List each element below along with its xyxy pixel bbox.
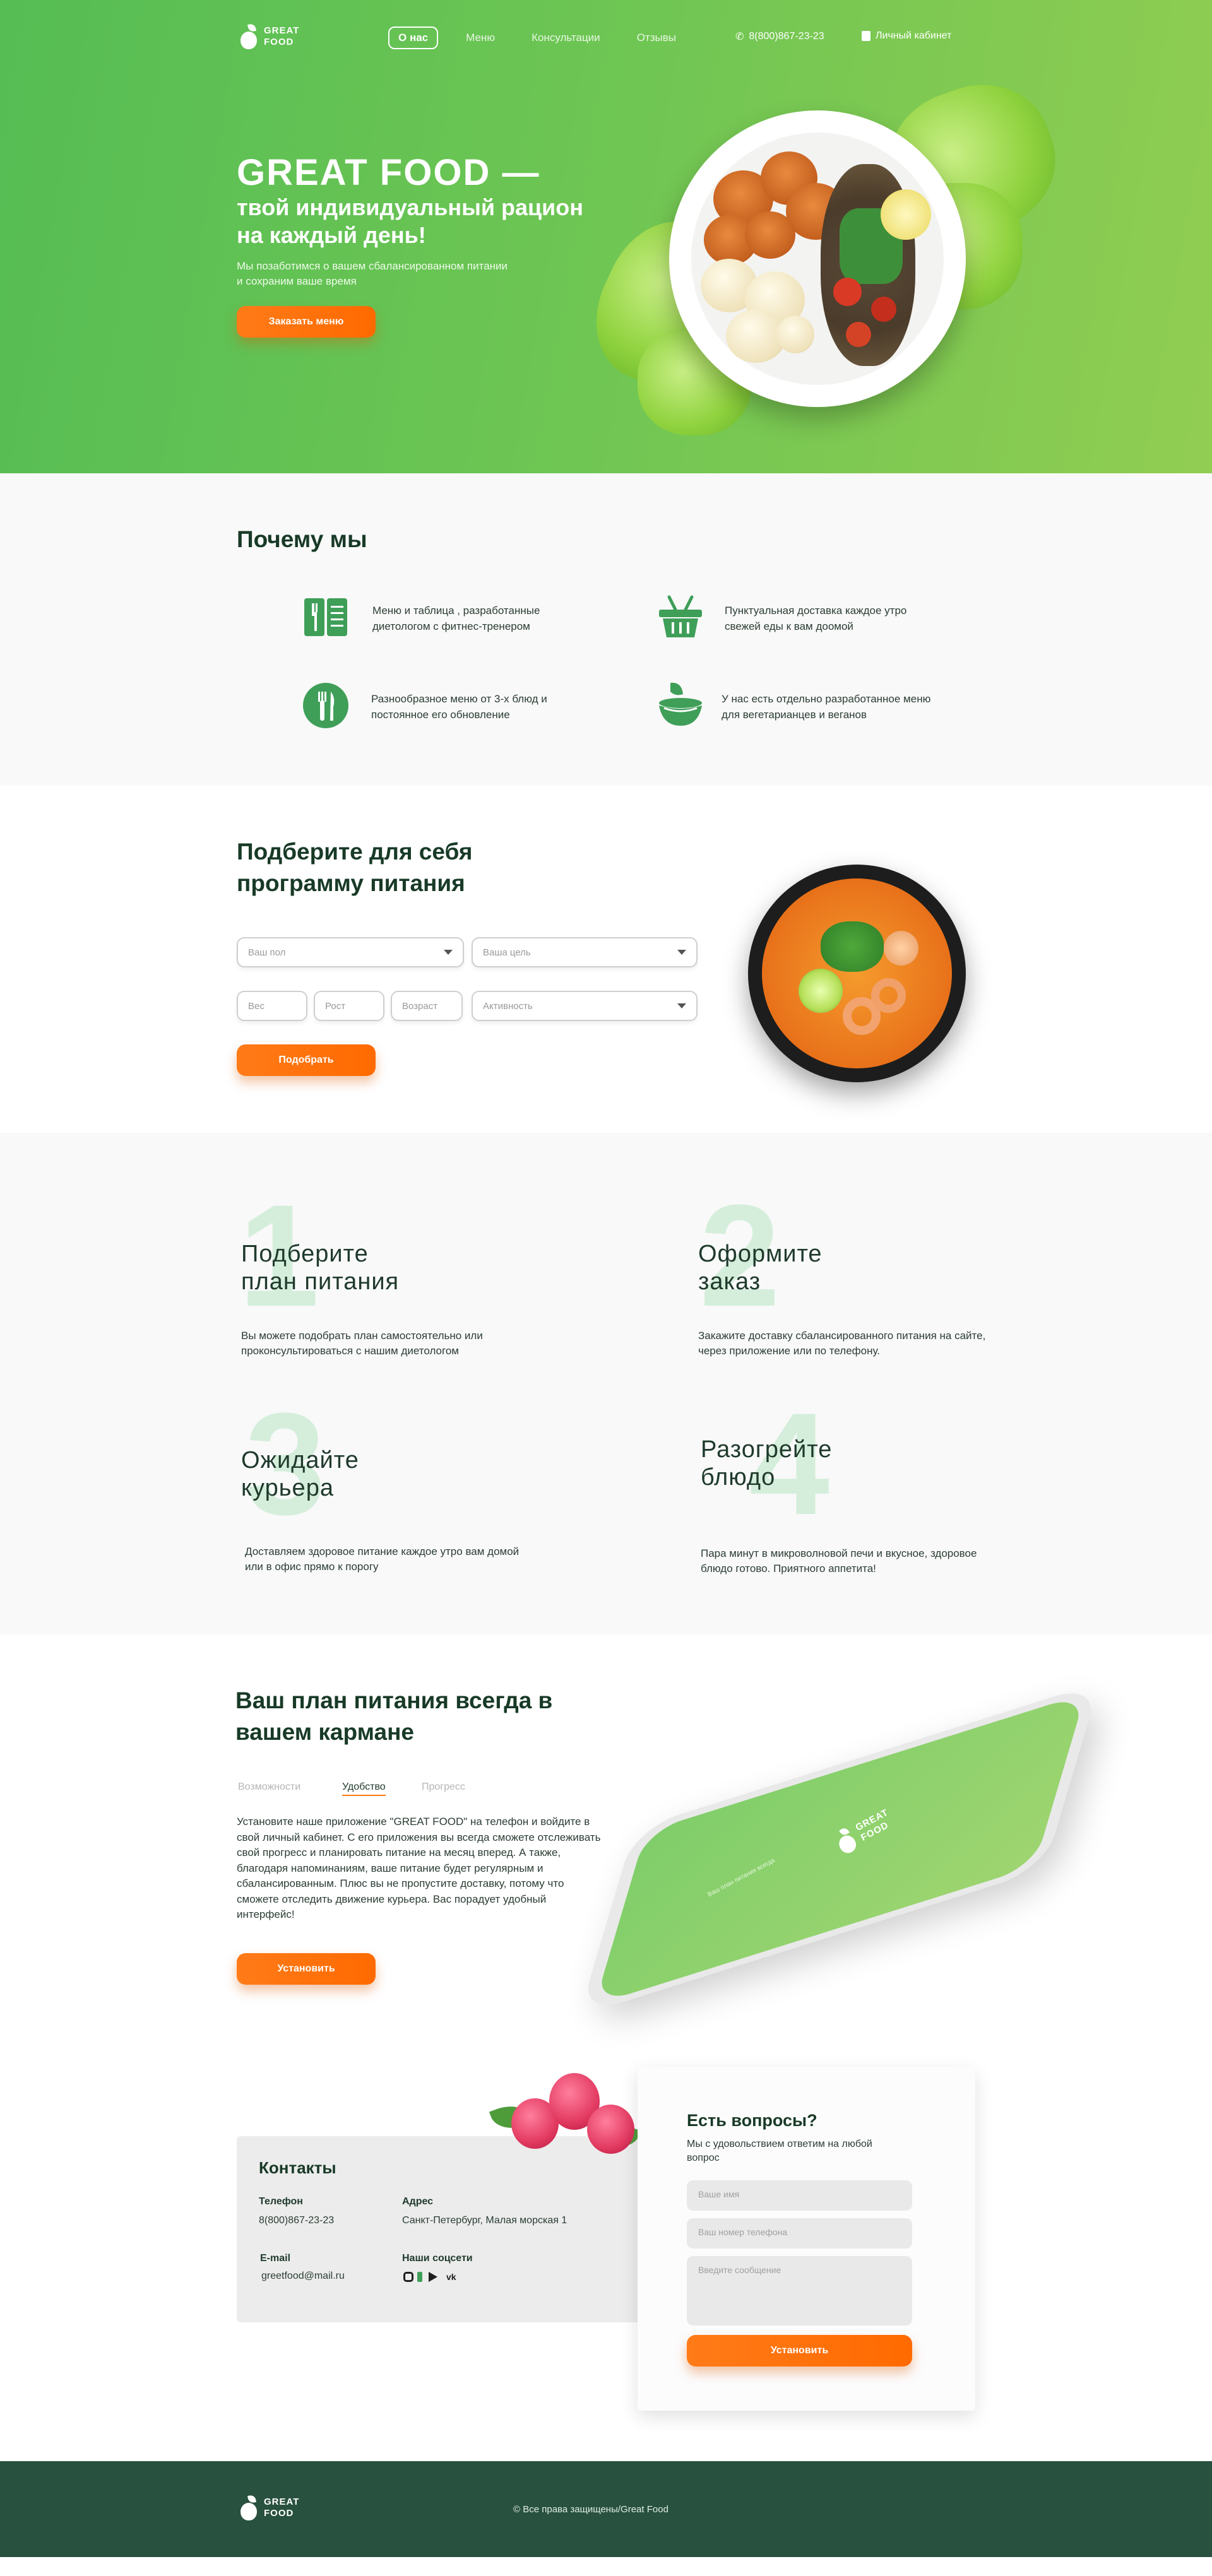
step-4-title: Разогрейте блюдо — [701, 1436, 832, 1491]
step-1-description: Вы можете подобрать план самостоятельно … — [241, 1330, 483, 1357]
salad-bowl-icon — [659, 682, 702, 726]
hero-section: GREAT FOOD О нас Меню Консультации Отзыв… — [0, 0, 1212, 473]
step-1-title-line2: план питания — [241, 1268, 400, 1295]
why-us-title: Почему мы — [237, 526, 367, 552]
message-field[interactable]: Введите сообщение — [687, 2256, 912, 2325]
program-section: Подберите для себя программу питания Ваш… — [0, 786, 1212, 1133]
phone-field-placeholder: Ваш номер телефона — [698, 2227, 788, 2237]
footer-logo[interactable]: GREAT FOOD — [239, 2494, 299, 2522]
name-field[interactable]: Ваше имя — [687, 2180, 912, 2211]
contacts-section: Контакты Телефон 8(800)867-23-23 Адрес С… — [0, 2060, 1212, 2461]
app-section: Ваш план питания всегда в вашем кармане … — [0, 1634, 1212, 2060]
app-title: Ваш план питания всегда в вашем кармане — [235, 1687, 553, 1745]
pear-logo-icon — [239, 2494, 258, 2522]
footer-copyright: © Все права защищены/Great Food — [513, 2504, 668, 2515]
step-2-title: Оформите заказ — [698, 1240, 823, 1296]
basket-icon — [659, 595, 702, 637]
phone-field[interactable]: Ваш номер телефона — [687, 2218, 912, 2248]
install-app-button[interactable]: Установить — [237, 1953, 376, 1985]
contact-social-label: Наши соцсети — [402, 2253, 473, 2264]
feature-text-vegan: У нас есть отдельно разработанное меню д… — [722, 693, 931, 721]
name-field-placeholder: Ваше имя — [698, 2189, 740, 2199]
submit-question-button[interactable]: Установить — [687, 2335, 912, 2366]
step-1-title-line1: Подберите — [241, 1241, 369, 1267]
step-3-title-line2: курьера — [241, 1475, 334, 1501]
telegram-icon[interactable] — [429, 2272, 437, 2282]
app-description: Установите наше приложение "GREAT FOOD" … — [237, 1816, 601, 1920]
tab-features[interactable]: Возможности — [238, 1781, 300, 1793]
step-2-description: Закажите доставку сбалансированного пита… — [698, 1330, 986, 1357]
step-3-description: Доставляем здоровое питание каждое утро … — [245, 1545, 520, 1573]
step-4-description: Пара минут в микроволновой печи и вкусно… — [701, 1547, 977, 1575]
question-form-title: Есть вопросы? — [687, 2111, 817, 2130]
soup-bowl-image — [0, 786, 1212, 1133]
message-field-placeholder: Введите сообщение — [698, 2265, 781, 2275]
footer-logo-line2: FOOD — [264, 2508, 294, 2519]
instagram-icon[interactable] — [403, 2272, 413, 2282]
contacts-title: Контакты — [259, 2158, 336, 2177]
raspberries-image — [486, 2060, 650, 2168]
footer: GREAT FOOD © Все права защищены/Great Fo… — [0, 2461, 1212, 2557]
step-2-title-line1: Оформите — [698, 1241, 823, 1267]
menu-book-icon — [304, 598, 347, 636]
contact-address-label: Адрес — [402, 2196, 434, 2207]
contact-phone-value[interactable]: 8(800)867-23-23 — [259, 2215, 334, 2226]
contact-email-value[interactable]: greetfood@mail.ru — [261, 2271, 345, 2282]
feature-text-delivery: Пунктуальная доставка каждое утро свежей… — [725, 605, 907, 632]
feature-text-menu: Меню и таблица , разработанные диетолого… — [372, 605, 540, 632]
steps-section: 1 Подберите план питания Вы можете подоб… — [0, 1133, 1212, 1634]
contact-email-label: E-mail — [260, 2253, 291, 2264]
facebook-icon[interactable] — [417, 2272, 422, 2282]
why-us-section: Почему мы Меню и таблица , разработанные… — [0, 473, 1212, 786]
social-links: vk — [403, 2272, 456, 2282]
tab-progress[interactable]: Прогресс — [422, 1781, 465, 1793]
contact-phone-label: Телефон — [259, 2196, 303, 2207]
question-form-subtitle: Мы с удовольствием ответим на любой вопр… — [687, 2139, 872, 2163]
vk-icon[interactable]: vk — [446, 2272, 456, 2282]
step-3-title: Ожидайте курьера — [241, 1446, 359, 1502]
phone-mockup: GREAT FOOD Ваш план питания всегда — [579, 1682, 1100, 2016]
step-4-title-line1: Разогрейте — [701, 1436, 833, 1463]
step-2-title-line2: заказ — [698, 1268, 761, 1295]
hero-food-image — [0, 0, 1212, 473]
tab-convenience[interactable]: Удобство — [342, 1781, 386, 1796]
step-4-title-line2: блюдо — [701, 1464, 776, 1491]
contact-address-value: Санкт-Петербург, Малая морская 1 — [402, 2215, 567, 2226]
feature-text-variety: Разнообразное меню от 3-х блюд и постоян… — [371, 693, 547, 721]
step-1-title: Подберите план питания — [241, 1240, 399, 1296]
footer-logo-line1: GREAT — [264, 2496, 300, 2507]
step-3-title-line1: Ожидайте — [241, 1447, 359, 1474]
fork-knife-icon — [303, 683, 348, 728]
